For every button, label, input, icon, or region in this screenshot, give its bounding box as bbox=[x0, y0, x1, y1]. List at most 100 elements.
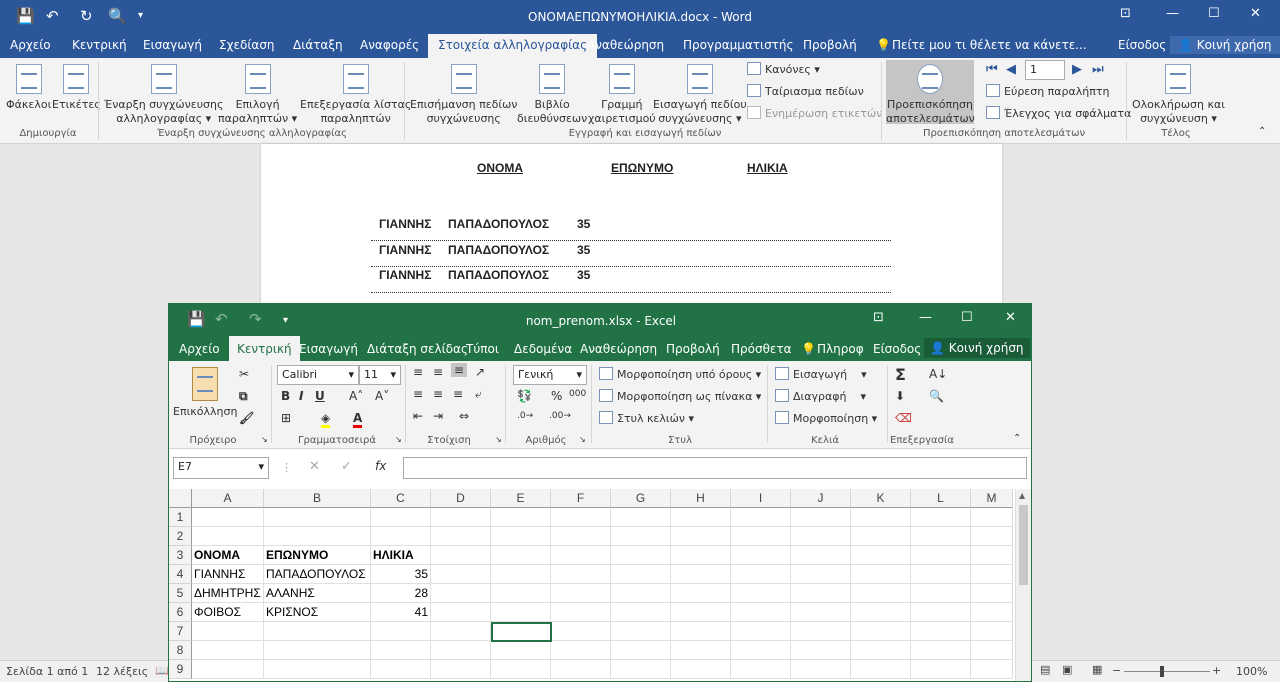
cell-m5[interactable] bbox=[971, 584, 1013, 603]
cell-j8[interactable] bbox=[791, 641, 851, 660]
fill-icon[interactable]: ⬇ bbox=[895, 389, 905, 403]
cell-m6[interactable] bbox=[971, 603, 1013, 622]
cell-k4[interactable] bbox=[851, 565, 911, 584]
cell-i6[interactable] bbox=[731, 603, 791, 622]
signin-link[interactable]: Είσοδος bbox=[1118, 38, 1166, 52]
cell-i8[interactable] bbox=[731, 641, 791, 660]
cell-a4[interactable]: ΓΙΑΝΝΗΣ bbox=[192, 565, 264, 584]
cell-b7[interactable] bbox=[264, 622, 371, 641]
cell-f7[interactable] bbox=[551, 622, 611, 641]
cell-j1[interactable] bbox=[791, 508, 851, 527]
cell-g5[interactable] bbox=[611, 584, 671, 603]
tab-page-layout[interactable]: Διάταξη σελίδας bbox=[367, 342, 468, 356]
font-size-select[interactable]: 11 ▾ bbox=[359, 365, 401, 385]
orientation-icon[interactable]: ↗ bbox=[475, 365, 485, 379]
tab-developer[interactable]: Προγραμματιστής bbox=[683, 38, 794, 52]
row-header-2[interactable]: 2 bbox=[169, 527, 192, 546]
percent-icon[interactable]: % bbox=[551, 389, 562, 403]
row-header-5[interactable]: 5 bbox=[169, 584, 192, 603]
cell-l9[interactable] bbox=[911, 660, 971, 679]
zoom-in-icon[interactable]: + bbox=[1212, 664, 1221, 677]
cell-b5[interactable]: ΑΛΑΝΗΣ bbox=[264, 584, 371, 603]
format-painter-icon[interactable]: 🖌 bbox=[239, 411, 254, 425]
cell-a5[interactable]: ΔΗΜΗΤΡΗΣ bbox=[192, 584, 264, 603]
cell-b3[interactable]: ΕΠΩΝΥΜΟ bbox=[264, 546, 371, 565]
cell-e8[interactable] bbox=[491, 641, 551, 660]
cell-c1[interactable] bbox=[371, 508, 431, 527]
align-bottom-icon[interactable]: ≡ bbox=[451, 363, 468, 377]
tab-review[interactable]: Αναθεώρηση bbox=[587, 38, 664, 52]
zoom-slider-thumb[interactable] bbox=[1160, 666, 1164, 677]
increase-indent-icon[interactable]: ⇥ bbox=[433, 409, 443, 423]
cell-f2[interactable] bbox=[551, 527, 611, 546]
record-number-input[interactable]: 1 bbox=[1025, 60, 1065, 80]
wrap-text-icon[interactable]: ⤶ bbox=[475, 387, 482, 402]
cell-k9[interactable] bbox=[851, 660, 911, 679]
cell-l2[interactable] bbox=[911, 527, 971, 546]
labels-button[interactable]: Ετικέτες bbox=[52, 64, 101, 112]
fill-color-icon[interactable]: ◈ bbox=[321, 411, 331, 428]
minimize-icon[interactable]: — bbox=[919, 310, 932, 325]
cell-b9[interactable] bbox=[264, 660, 371, 679]
update-labels-button[interactable]: Ενημέρωση ετικετών bbox=[747, 106, 882, 120]
grow-font-icon[interactable]: A˄ bbox=[349, 389, 363, 403]
cell-h9[interactable] bbox=[671, 660, 731, 679]
match-fields-button[interactable]: Ταίριασμα πεδίων bbox=[747, 84, 864, 98]
first-record-icon[interactable]: ⏮ bbox=[986, 62, 998, 77]
cell-e5[interactable] bbox=[491, 584, 551, 603]
align-top-icon[interactable]: ≡ bbox=[413, 365, 423, 379]
cell-f3[interactable] bbox=[551, 546, 611, 565]
cell-e1[interactable] bbox=[491, 508, 551, 527]
cell-h8[interactable] bbox=[671, 641, 731, 660]
cell-i3[interactable] bbox=[731, 546, 791, 565]
name-box[interactable]: E7 ▾ bbox=[173, 457, 269, 479]
cell-d2[interactable] bbox=[431, 527, 491, 546]
find-select-icon[interactable]: 🔍 bbox=[929, 389, 944, 403]
cell-k3[interactable] bbox=[851, 546, 911, 565]
cell-l5[interactable] bbox=[911, 584, 971, 603]
font-name-select[interactable]: Calibri ▾ bbox=[277, 365, 359, 385]
cell-a8[interactable] bbox=[192, 641, 264, 660]
share-button[interactable]: 👤 Κοινή χρήση bbox=[1170, 36, 1280, 54]
greeting-line-button[interactable]: Γραμμή χαιρετισμού bbox=[588, 64, 656, 126]
tab-addins[interactable]: Πρόσθετα bbox=[731, 342, 792, 356]
cell-k8[interactable] bbox=[851, 641, 911, 660]
cell-f9[interactable] bbox=[551, 660, 611, 679]
proofing-icon[interactable]: 📖 bbox=[155, 664, 169, 677]
spreadsheet-grid[interactable]: A B C D E F G H I J K L M 1 2 3 4 5 6 7 … bbox=[169, 489, 1031, 681]
cell-g9[interactable] bbox=[611, 660, 671, 679]
previous-record-icon[interactable]: ◀ bbox=[1006, 62, 1016, 77]
cell-b1[interactable] bbox=[264, 508, 371, 527]
currency-icon[interactable]: 💱 bbox=[517, 389, 532, 403]
cell-a6[interactable]: ΦΟΙΒΟΣ bbox=[192, 603, 264, 622]
cell-h7[interactable] bbox=[671, 622, 731, 641]
cell-h6[interactable] bbox=[671, 603, 731, 622]
column-header-m[interactable]: M bbox=[971, 489, 1013, 508]
tab-review[interactable]: Αναθεώρηση bbox=[580, 342, 657, 356]
cell-d6[interactable] bbox=[431, 603, 491, 622]
column-header-g[interactable]: G bbox=[611, 489, 671, 508]
format-as-table-button[interactable]: Μορφοποίηση ως πίνακα ▾ bbox=[599, 389, 761, 403]
cell-c2[interactable] bbox=[371, 527, 431, 546]
cell-j5[interactable] bbox=[791, 584, 851, 603]
cell-b4[interactable]: ΠΑΠΑΔΟΠΟΥΛΟΣ bbox=[264, 565, 371, 584]
cell-a2[interactable] bbox=[192, 527, 264, 546]
bold-icon[interactable]: B bbox=[281, 389, 290, 403]
tab-insert[interactable]: Εισαγωγή bbox=[299, 342, 358, 356]
row-header-9[interactable]: 9 bbox=[169, 660, 192, 679]
minimize-icon[interactable]: — bbox=[1166, 6, 1179, 21]
tab-insert[interactable]: Εισαγωγή bbox=[143, 38, 202, 52]
cell-i5[interactable] bbox=[731, 584, 791, 603]
format-cells-button[interactable]: Μορφοποίηση ▾ bbox=[775, 411, 877, 425]
cell-g1[interactable] bbox=[611, 508, 671, 527]
cell-f1[interactable] bbox=[551, 508, 611, 527]
cell-b8[interactable] bbox=[264, 641, 371, 660]
row-header-7[interactable]: 7 bbox=[169, 622, 192, 641]
finish-merge-button[interactable]: Ολοκλήρωση και συγχώνευση ▾ bbox=[1132, 64, 1225, 126]
cell-g2[interactable] bbox=[611, 527, 671, 546]
cell-j6[interactable] bbox=[791, 603, 851, 622]
share-button[interactable]: 👤 Κοινή χρήση bbox=[924, 338, 1030, 358]
cell-i7[interactable] bbox=[731, 622, 791, 641]
cell-j7[interactable] bbox=[791, 622, 851, 641]
scroll-up-icon[interactable]: ▲ bbox=[1019, 491, 1025, 500]
